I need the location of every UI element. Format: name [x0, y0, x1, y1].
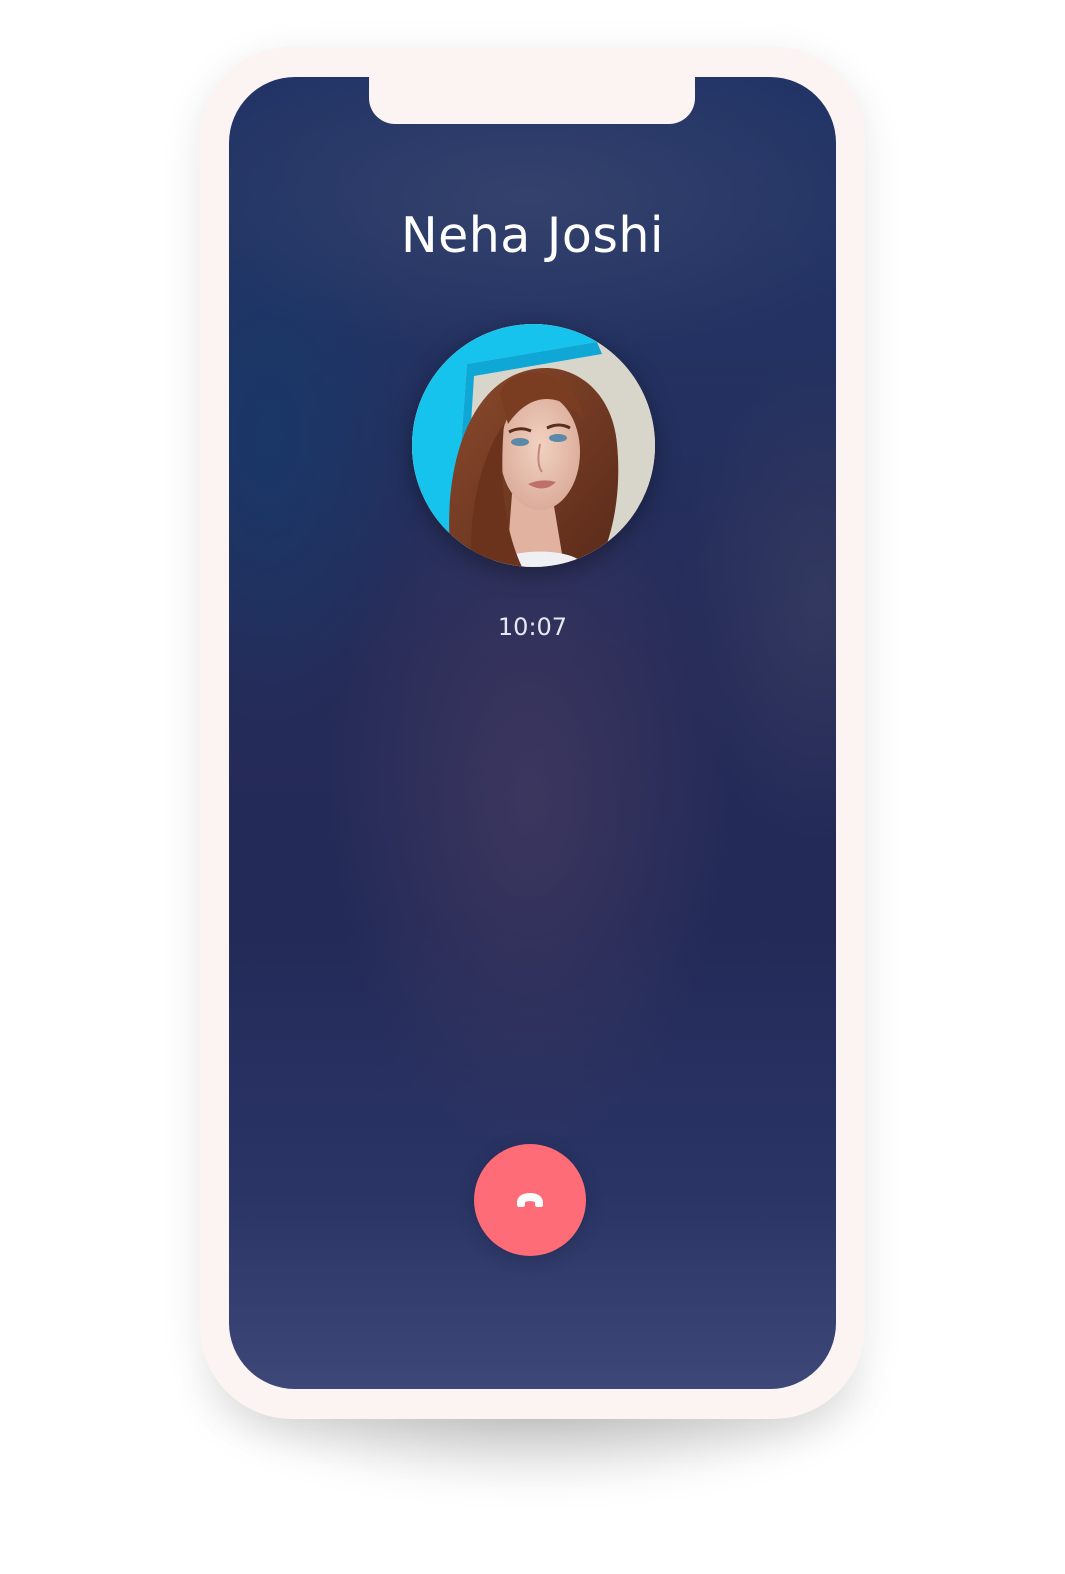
phone-hangup-icon: [517, 1193, 543, 1207]
mockup-stage: Neha Joshi 10:07: [0, 0, 1065, 1574]
caller-avatar: [412, 324, 655, 567]
phone-notch: [369, 77, 695, 124]
caller-photo: [412, 324, 655, 567]
call-screen: Neha Joshi 10:07: [229, 77, 836, 1389]
end-call-button[interactable]: [474, 1144, 586, 1256]
call-duration: 10:07: [497, 613, 568, 641]
caller-name: Neha Joshi: [400, 207, 665, 264]
